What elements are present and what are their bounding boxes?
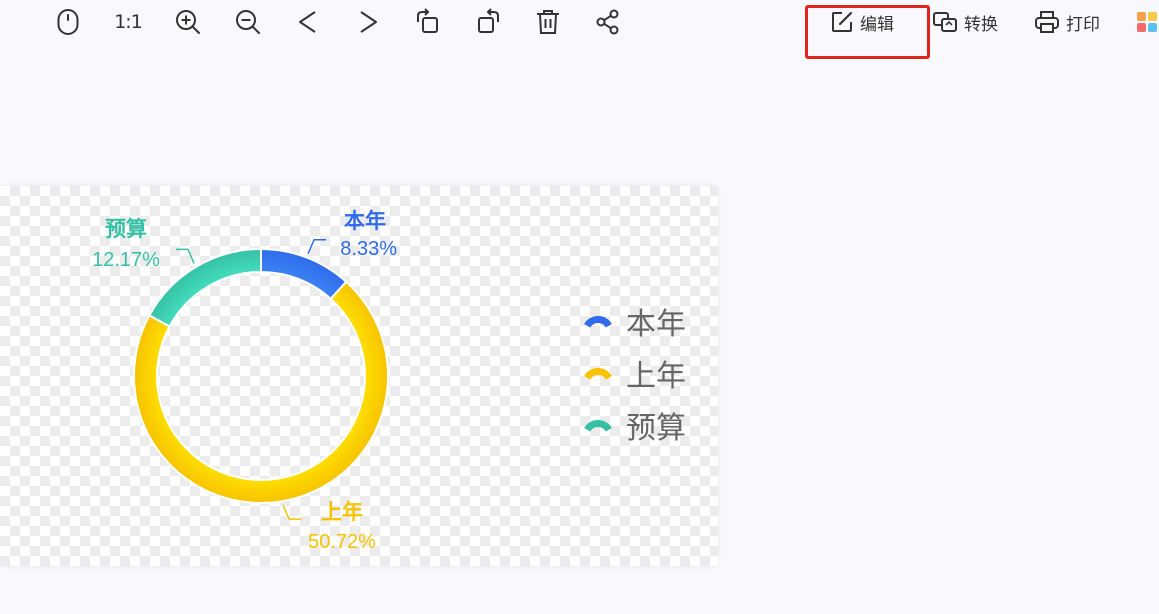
legend-marker-0[interactable]: [584, 316, 612, 328]
legend-marker-2[interactable]: [584, 420, 612, 432]
label-leader-line-0: [307, 238, 327, 255]
zoom-out-icon: [236, 10, 260, 34]
convert-label: 转换: [964, 14, 998, 35]
share-button[interactable]: [592, 6, 624, 38]
slice-label-name-2: 预算: [105, 217, 147, 241]
actual-size-icon: 1:1: [114, 11, 143, 33]
toolbar: 1:1 编辑 转换 打印: [0, 0, 1159, 59]
slice-label-name-0: 本年: [344, 209, 386, 233]
donut-slice-0[interactable]: [260, 247, 348, 301]
slice-label-percent-1: 50.72%: [308, 531, 376, 553]
chart-canvas: 本年 8.33% 上年 50.72% 预算 12.17% 本年 上年 预算: [0, 186, 718, 566]
delete-button[interactable]: [532, 6, 564, 38]
print-button[interactable]: 打印: [1034, 6, 1114, 38]
edit-highlight-box: [805, 5, 930, 59]
label-leader-line-2: [176, 248, 195, 264]
legend-marker-1[interactable]: [584, 368, 612, 380]
slice-label-percent-0: 8.33%: [340, 238, 397, 260]
zoom-in-button[interactable]: [172, 6, 204, 38]
zoom-out-button[interactable]: [232, 6, 264, 38]
mouse-icon: [57, 9, 79, 35]
zoom-in-icon: [176, 10, 200, 34]
slice-label-percent-2: 12.17%: [92, 249, 160, 271]
delete-icon: [537, 10, 559, 34]
rotate-left-button[interactable]: [412, 6, 444, 38]
legend-label-2[interactable]: 预算: [626, 411, 686, 446]
next-icon: [360, 11, 377, 33]
mouse-button[interactable]: [52, 6, 84, 38]
previous-icon: [299, 11, 316, 33]
apps-icon: [1137, 12, 1157, 32]
slice-label-name-1: 上年: [321, 500, 363, 524]
convert-icon: [933, 12, 957, 32]
print-label: 打印: [1066, 14, 1100, 35]
donut-slice-2[interactable]: [148, 247, 262, 328]
label-leader-line-1: [282, 504, 302, 520]
share-icon: [596, 9, 619, 35]
legend-label-1[interactable]: 上年: [626, 359, 686, 394]
rotate-left-icon: [417, 8, 438, 33]
print-icon: [1035, 11, 1059, 33]
donut-chart: 本年8.33%上年50.72%预算12.17%本年上年预算: [92, 209, 686, 553]
legend-label-0[interactable]: 本年: [626, 307, 686, 342]
actual-size-button[interactable]: 1:1: [110, 6, 146, 38]
next-button[interactable]: [354, 6, 384, 38]
rotate-right-icon: [478, 8, 499, 33]
apps-button[interactable]: [1134, 6, 1159, 38]
previous-button[interactable]: [292, 6, 322, 38]
rotate-right-button[interactable]: [472, 6, 504, 38]
convert-button[interactable]: 转换: [932, 6, 1012, 38]
